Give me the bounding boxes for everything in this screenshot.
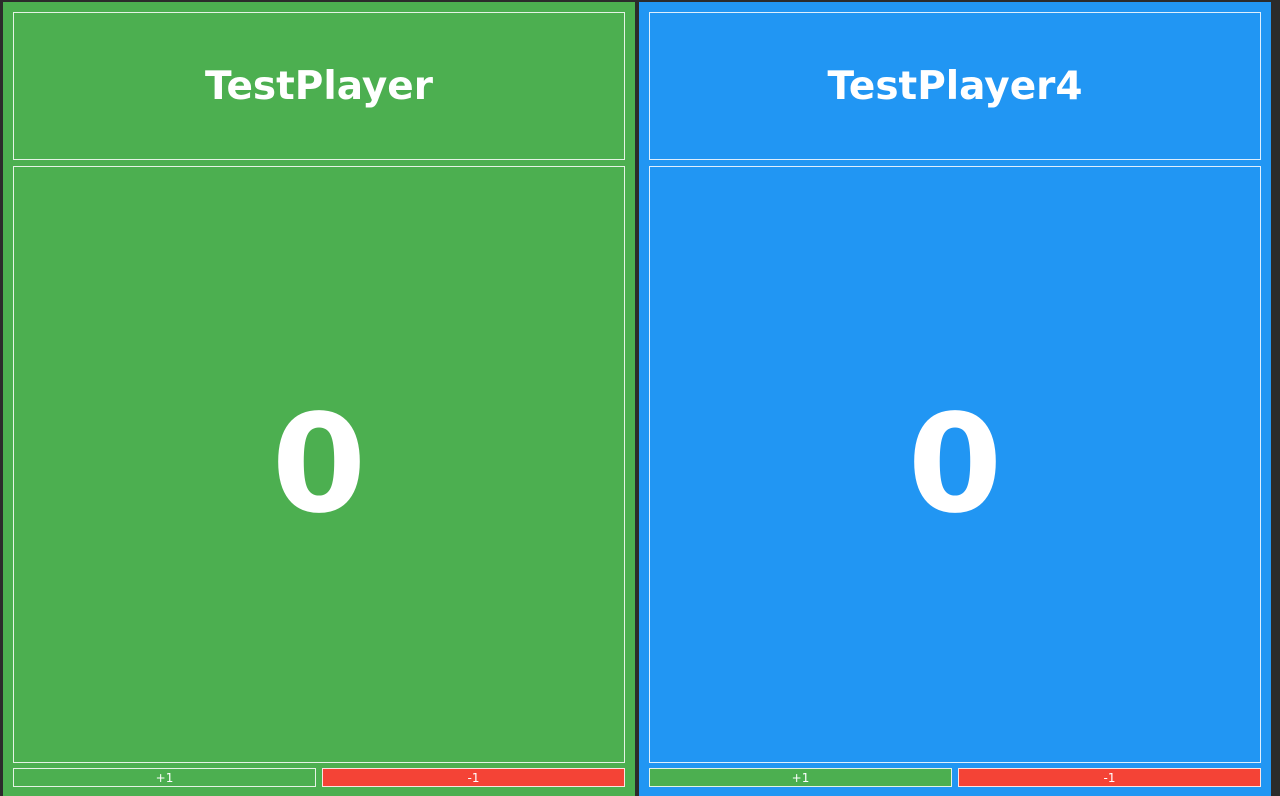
player-score: 0 [271, 385, 367, 544]
player-name: TestPlayer [205, 63, 433, 109]
player-panel-1: TestPlayer 0 +1 -1 [3, 2, 635, 796]
increment-score-button[interactable]: +1 [649, 768, 952, 787]
decrement-score-button[interactable]: -1 [958, 768, 1261, 787]
decrement-score-button[interactable]: -1 [322, 768, 625, 787]
player-score-box: 0 [13, 166, 625, 763]
player-panel-2: TestPlayer4 0 +1 -1 [639, 2, 1271, 796]
player-score: 0 [907, 385, 1003, 544]
player-name-box: TestPlayer4 [649, 12, 1261, 160]
player-name: TestPlayer4 [827, 63, 1083, 109]
player-score-box: 0 [649, 166, 1261, 763]
scoreboard: TestPlayer 0 +1 -1 TestPlayer4 0 +1 -1 [0, 0, 1280, 796]
increment-score-button[interactable]: +1 [13, 768, 316, 787]
player-name-box: TestPlayer [13, 12, 625, 160]
